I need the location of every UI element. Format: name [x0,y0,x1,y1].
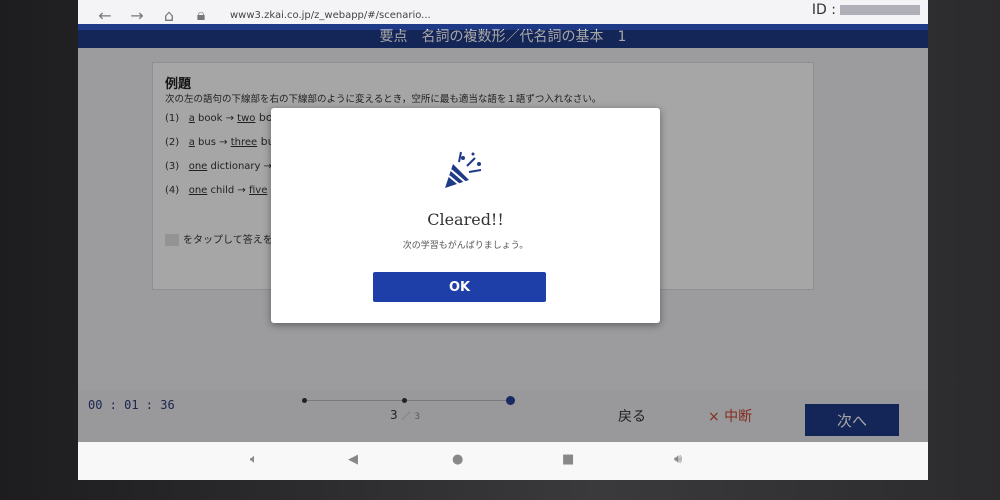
user-id-label: ID : [811,2,836,18]
party-popper-icon [445,151,482,188]
android-back-icon[interactable]: ◀ [348,452,358,467]
ok-button[interactable]: OK [373,272,546,302]
android-home-icon[interactable]: ● [452,452,463,467]
user-id-masked [840,5,920,15]
forward-arrow-icon[interactable]: → [128,6,146,25]
volume-up-icon[interactable]: 🔊︎ [674,452,682,467]
home-icon[interactable]: ⌂ [160,6,178,25]
android-recents-icon[interactable]: ■ [562,452,574,467]
back-arrow-icon[interactable]: ← [96,6,114,25]
lock-icon: 🔒︎ [196,5,206,24]
user-id: ID : [812,2,920,18]
address-bar[interactable]: www3.zkai.co.jp/z_webapp/#/scenario... [230,10,431,21]
dialog-heading: Cleared!! [427,210,504,229]
dialog-message: 次の学習もがんばりましょう。 [402,241,529,251]
android-nav-bar: 🔈︎ ◀ ● ■ 🔊︎ [78,442,928,480]
cleared-dialog: Cleared!! 次の学習もがんばりましょう。 OK [271,108,660,323]
tablet-screen: ← → ⌂ 🔒︎ www3.zkai.co.jp/z_webapp/#/scen… [78,0,928,480]
volume-down-icon[interactable]: 🔈︎ [250,452,258,467]
